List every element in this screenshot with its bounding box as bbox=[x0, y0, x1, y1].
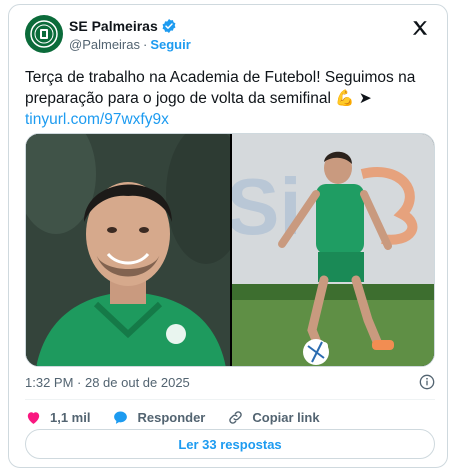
author-name[interactable]: SE Palmeiras bbox=[69, 18, 158, 34]
handle-row: @Palmeiras · Seguir bbox=[69, 37, 191, 52]
tweet-media[interactable]: Si bbox=[25, 133, 435, 367]
like-button[interactable]: 1,1 mil bbox=[25, 409, 90, 426]
author-handle[interactable]: @Palmeiras bbox=[69, 37, 140, 52]
flexed-arrow-emoji: 💪 ➤ bbox=[335, 90, 372, 107]
portrait-illustration bbox=[26, 134, 230, 366]
training-illustration: Si bbox=[232, 134, 434, 366]
x-logo-icon[interactable] bbox=[411, 19, 429, 37]
author-name-row: SE Palmeiras bbox=[69, 18, 177, 34]
follow-button[interactable]: Seguir bbox=[150, 37, 190, 52]
tweet-meta: 1:32 PM · 28 de out de 2025 bbox=[25, 374, 435, 390]
divider bbox=[25, 399, 435, 400]
tweet-timestamp[interactable]: 1:32 PM · 28 de out de 2025 bbox=[25, 375, 190, 390]
info-icon[interactable] bbox=[419, 374, 435, 390]
read-replies-button[interactable]: Ler 33 respostas bbox=[25, 429, 435, 459]
link-icon bbox=[229, 410, 243, 424]
tweet-card: SE Palmeiras @Palmeiras · Seguir Terça d… bbox=[8, 4, 448, 468]
tweet-link[interactable]: tinyurl.com/97wxfy9x bbox=[25, 109, 435, 130]
separator-dot: · bbox=[143, 37, 148, 52]
reply-label: Responder bbox=[137, 409, 206, 425]
avatar[interactable] bbox=[25, 15, 63, 53]
heart-icon bbox=[27, 411, 40, 424]
action-bar: 1,1 mil Responder Copiar link bbox=[25, 407, 435, 427]
player-training-photo[interactable]: Si bbox=[232, 134, 434, 366]
copy-link-button[interactable]: Copiar link bbox=[227, 409, 320, 426]
tweet-text: Terça de trabalho na Academia de Futebol… bbox=[25, 67, 435, 130]
palmeiras-crest-icon bbox=[30, 20, 58, 48]
player-portrait-photo[interactable] bbox=[26, 134, 230, 366]
tweet-header: SE Palmeiras @Palmeiras · Seguir bbox=[25, 15, 431, 55]
verified-badge-icon bbox=[162, 19, 176, 33]
like-count: 1,1 mil bbox=[50, 409, 91, 425]
copy-link-label: Copiar link bbox=[252, 409, 320, 425]
reply-bubble-icon bbox=[114, 410, 128, 424]
reply-button[interactable]: Responder bbox=[112, 409, 205, 426]
